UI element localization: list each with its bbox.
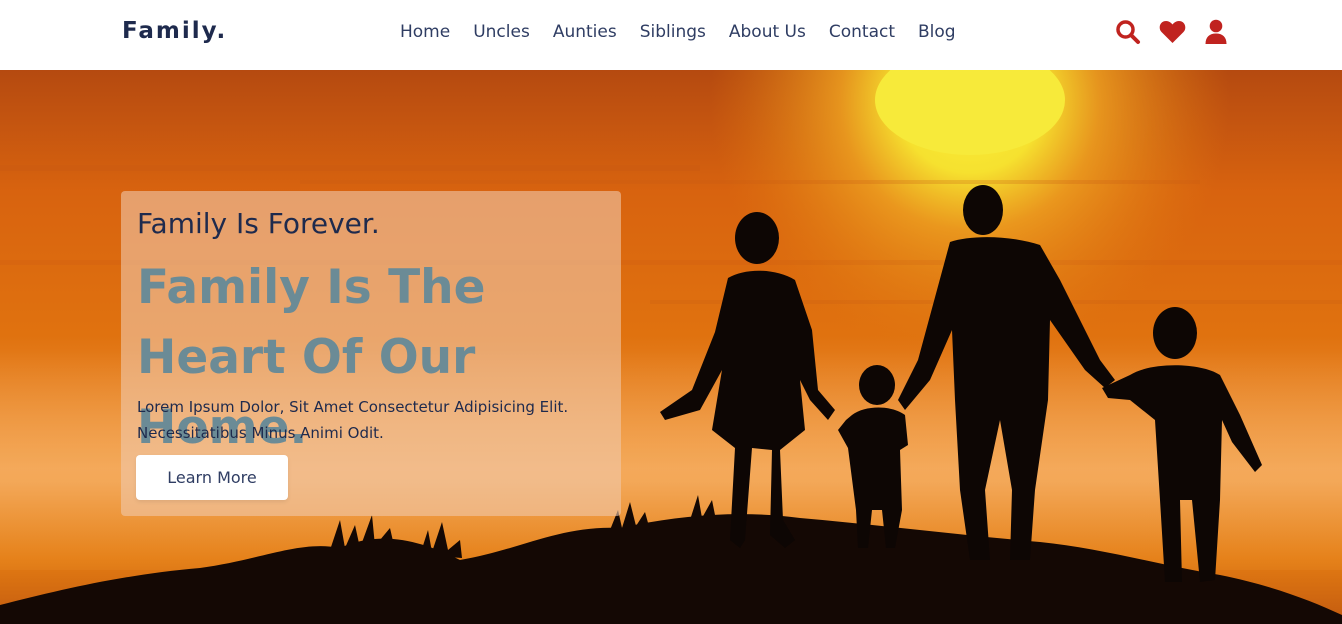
- site-header: Family. Home Uncles Aunties Siblings Abo…: [0, 0, 1342, 70]
- nav-link-aunties[interactable]: Aunties: [553, 22, 617, 42]
- nav-link-uncles[interactable]: Uncles: [473, 22, 530, 42]
- learn-more-button[interactable]: Learn More: [136, 455, 288, 500]
- search-icon[interactable]: [1114, 18, 1142, 46]
- hero-description: Lorem Ipsum Dolor, Sit Amet Consectetur …: [137, 398, 569, 442]
- nav-link-home[interactable]: Home: [400, 22, 450, 42]
- nav-link-contact[interactable]: Contact: [829, 22, 895, 42]
- hero-eyebrow: Family Is Forever.: [137, 207, 380, 240]
- heart-icon[interactable]: [1158, 18, 1186, 46]
- user-icon[interactable]: [1202, 18, 1230, 46]
- nav-link-blog[interactable]: Blog: [918, 22, 956, 42]
- main-nav: Home Uncles Aunties Siblings About Us Co…: [400, 22, 979, 42]
- header-icon-group: [1114, 18, 1230, 46]
- hero-section: Family Is Forever. Family Is The Heart O…: [0, 70, 1342, 624]
- nav-link-about-us[interactable]: About Us: [729, 22, 806, 42]
- nav-link-siblings[interactable]: Siblings: [640, 22, 706, 42]
- hero-card: Family Is Forever. Family Is The Heart O…: [121, 191, 621, 516]
- site-logo[interactable]: Family.: [122, 18, 227, 44]
